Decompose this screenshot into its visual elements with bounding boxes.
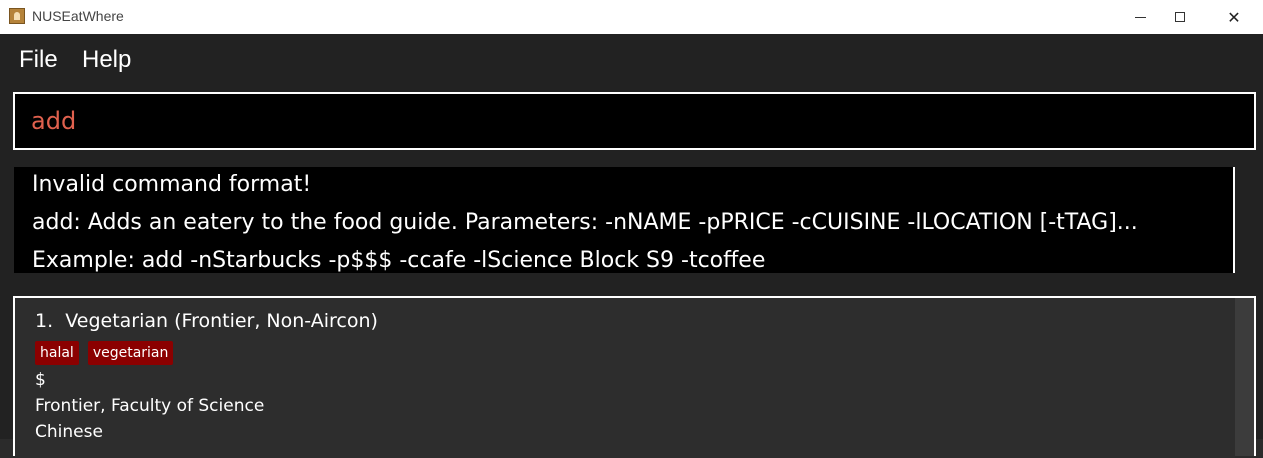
maximize-icon <box>1175 12 1185 22</box>
eatery-index: 1. <box>35 310 54 332</box>
menu-bar: File Help <box>0 34 1263 84</box>
eatery-cuisine: Chinese <box>35 422 103 442</box>
menu-file[interactable]: File <box>19 46 58 74</box>
eatery-list[interactable]: 1. Vegetarian (Frontier, Non-Aircon) hal… <box>13 296 1256 458</box>
eatery-title: 1. Vegetarian (Frontier, Non-Aircon) <box>35 310 378 332</box>
close-button[interactable]: ✕ <box>1211 0 1257 34</box>
window-title: NUSEatWhere <box>32 8 124 24</box>
eatery-tags: halal vegetarian <box>35 341 174 365</box>
eatery-name: Vegetarian (Frontier, Non-Aircon) <box>65 310 378 332</box>
tag-halal: halal <box>35 341 79 365</box>
eatery-location: Frontier, Faculty of Science <box>35 396 265 416</box>
menu-help[interactable]: Help <box>82 46 131 74</box>
app-icon <box>9 8 25 24</box>
close-icon: ✕ <box>1227 7 1241 27</box>
tag-vegetarian: vegetarian <box>87 341 174 365</box>
eatery-card[interactable]: 1. Vegetarian (Frontier, Non-Aircon) hal… <box>15 298 1235 458</box>
maximize-button[interactable] <box>1157 0 1203 34</box>
result-line: Example: add -nStarbucks -p$$$ -ccafe -l… <box>32 248 766 273</box>
command-box <box>13 92 1256 150</box>
result-line: add: Adds an eatery to the food guide. P… <box>32 210 1138 235</box>
minimize-icon <box>1134 16 1146 18</box>
eatery-price: $ <box>35 370 46 390</box>
result-display[interactable]: Invalid command format! add: Adds an eat… <box>14 167 1235 273</box>
command-input[interactable] <box>31 104 1231 138</box>
title-bar: NUSEatWhere ✕ <box>0 0 1263 34</box>
app-main: File Help Invalid command format! add: A… <box>0 34 1263 458</box>
result-line: Invalid command format! <box>32 172 312 197</box>
